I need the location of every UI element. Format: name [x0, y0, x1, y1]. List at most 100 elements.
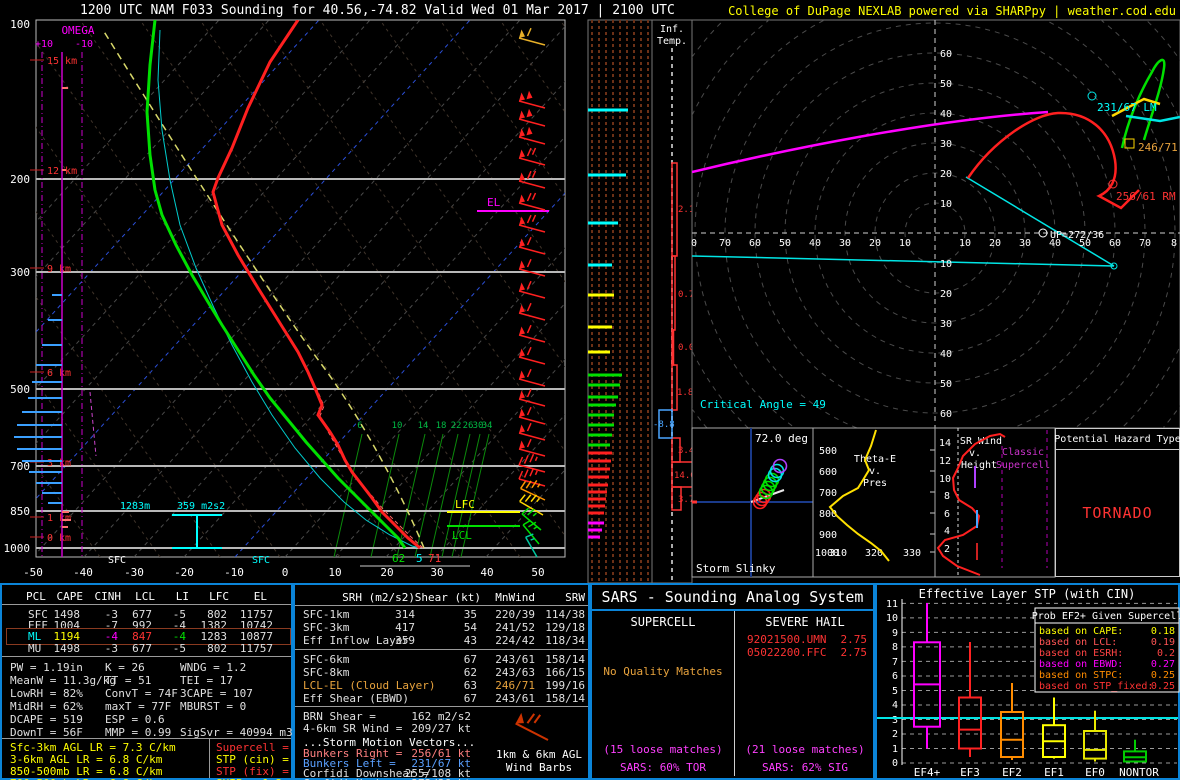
svg-text:1: 1 [892, 744, 898, 755]
thermo-stats-panel: PCL CAPE CINH LCL LI LFC EL SFC 1498 -3 … [0, 583, 322, 780]
axis-label: 4 [944, 526, 950, 537]
axis-label: 14 [939, 438, 951, 449]
ring-label: 50 [940, 79, 952, 90]
kin-row: SFC-6km 67 243/61 158/14 [303, 653, 585, 666]
height-label: 1 km [47, 513, 71, 524]
ring-label: 10 [959, 238, 971, 249]
wind-barb-icon [512, 709, 554, 742]
panel-title: Pres [863, 478, 887, 489]
temp-label: 50 [531, 566, 544, 579]
temp-label: 30 [430, 566, 443, 579]
sfc-label-left: SFC [108, 555, 126, 566]
svg-text:4: 4 [892, 700, 898, 711]
ring-label: 70 [1139, 238, 1151, 249]
ring-label: 60 [749, 238, 761, 249]
surface-dewpoint-value: 62 [392, 552, 405, 565]
hazard-title: Potential Hazard Type [1054, 428, 1180, 450]
svg-text:8: 8 [892, 642, 898, 653]
ring-label: 60 [940, 409, 952, 420]
svg-text:11: 11 [886, 599, 898, 610]
axis-label: 500 [819, 446, 837, 457]
ring-label: 20 [869, 238, 881, 249]
svg-text:0: 0 [892, 758, 898, 769]
box-ef3 [958, 642, 982, 757]
height-label: 3 km [47, 458, 71, 469]
svg-text:EF3: EF3 [960, 766, 980, 779]
ring-label: 40 [940, 109, 952, 120]
sars-hail-prob: SARS: 62% SIG [761, 761, 849, 774]
ring-label: 40 [940, 349, 952, 360]
height-label: 9 km [47, 264, 71, 275]
temperature-axis: -50 -40 -30 -20 -10 0 10 20 30 40 50 [23, 566, 545, 579]
ring-label: 40 [809, 238, 821, 249]
svg-text:3: 3 [892, 715, 898, 726]
hazard-value: TORNADO [1082, 504, 1153, 522]
ring-label: 50 [779, 238, 791, 249]
axis-label: 12 [939, 456, 951, 467]
axis-label: 10 [939, 474, 951, 485]
stp-title: Effective Layer STP (with CIN) [919, 587, 1136, 601]
annotation: Classic [1002, 447, 1044, 458]
svg-text:0.25: 0.25 [1151, 681, 1175, 692]
mr-label: 22 [451, 421, 462, 431]
page-title: 1200 UTC NAM F033 Sounding for 40.56,-74… [80, 3, 675, 18]
left-mover-label: 231/67 LM [1097, 101, 1157, 114]
surface-temp-value: 71 [428, 552, 441, 565]
sars-no-matches: No Quality Matches [603, 665, 723, 678]
col-header: PCL [26, 590, 46, 603]
ring-label: 20 [940, 289, 952, 300]
height-label: 6 km [47, 368, 71, 379]
axis-label: 330 [903, 548, 921, 559]
title-bar: 1200 UTC NAM F033 Sounding for 40.56,-74… [0, 0, 1180, 20]
panel-title: Height [961, 460, 997, 471]
temp-label: 40 [480, 566, 493, 579]
inferred-temp-advection: Inf. Temp. 2.1 0.7 0.0 1.8 -8.8 3.4 14.0… [651, 19, 697, 584]
sharppy-sounding-app: 1200 UTC NAM F033 Sounding for 40.56,-74… [0, 0, 1180, 780]
stp-legend-title: Prob EF2+ Given Supercell [1032, 611, 1180, 622]
svg-text:5: 5 [892, 686, 898, 697]
sars-supercell-prob: SARS: 60% TOR [619, 761, 707, 774]
sars-hail-match: 05022200.FFC 2.75 [747, 646, 867, 659]
svg-text:0.25: 0.25 [1151, 670, 1175, 681]
slinky-angle-value: 72.0 deg [755, 432, 808, 445]
mr-label: 18 [436, 421, 447, 431]
stats-divider [209, 738, 210, 778]
col-header: LFC [209, 590, 229, 603]
kin-row-cloud-layer: LCL-EL (Cloud Layer) 63 246/71 199/16 [303, 679, 585, 692]
barb-caption-1: 1km & 6km AGL [495, 748, 583, 761]
svg-text:based on ESRH:: based on ESRH: [1039, 648, 1123, 659]
axis-label: 6 [944, 509, 950, 520]
ring-label: 20 [940, 169, 952, 180]
advection-value: 1.8 [677, 388, 693, 398]
svg-text:based on EBWD:: based on EBWD: [1039, 659, 1123, 670]
theta-e-x-axis: 310 320 330 [829, 548, 921, 559]
sars-panel: SARS - Sounding Analog System SUPERCELL … [590, 583, 875, 780]
svg-text:0.18: 0.18 [1151, 626, 1175, 637]
svg-text:0.19: 0.19 [1151, 637, 1175, 648]
mr-label: 14 [418, 421, 429, 431]
credit-text: College of DuPage NEXLAB powered via SHA… [728, 4, 1176, 18]
axis-label: 900 [819, 530, 837, 541]
axis-label: 8 [944, 491, 950, 502]
svg-text:EF1: EF1 [1044, 766, 1064, 779]
right-mover-label: 256/61 RM [1116, 190, 1176, 203]
ring-label: 70 [719, 238, 731, 249]
svg-text:7: 7 [892, 657, 898, 668]
inflow-srh-label: 359 m2s2 [177, 501, 225, 512]
hazard-panel: Potential Hazard Type TORNADO [1054, 428, 1180, 577]
stp-category-labels: EF4+ EF3 EF2 EF1 EF0 NONTOR [914, 766, 1159, 779]
col-header: LCL [135, 590, 155, 603]
ring-label: 30 [940, 319, 952, 330]
pressure-axis: 100 200 300 500 700 850 1000 [4, 18, 31, 555]
temp-label: 20 [380, 566, 393, 579]
svg-text:based on CAPE:: based on CAPE: [1039, 626, 1123, 637]
omega-minus-label: -10 [75, 39, 93, 50]
panel-title: v. [969, 448, 981, 459]
parcel-header-row: PCL CAPE CINH LCL LI LFC EL [2, 590, 291, 603]
parcel-row-mu: MU 1498 -3 677 -5 802 11757 [28, 642, 273, 655]
height-label: 0 km [47, 533, 71, 544]
kin-row: SFC-3km 417 54 241/52 129/18 [303, 621, 585, 634]
svg-text:EF0: EF0 [1085, 766, 1105, 779]
stp-legend: Prob EF2+ Given Supercell based on CAPE:… [1032, 607, 1180, 693]
corfidi-upshear-label: UP=272/36 [1050, 230, 1104, 241]
